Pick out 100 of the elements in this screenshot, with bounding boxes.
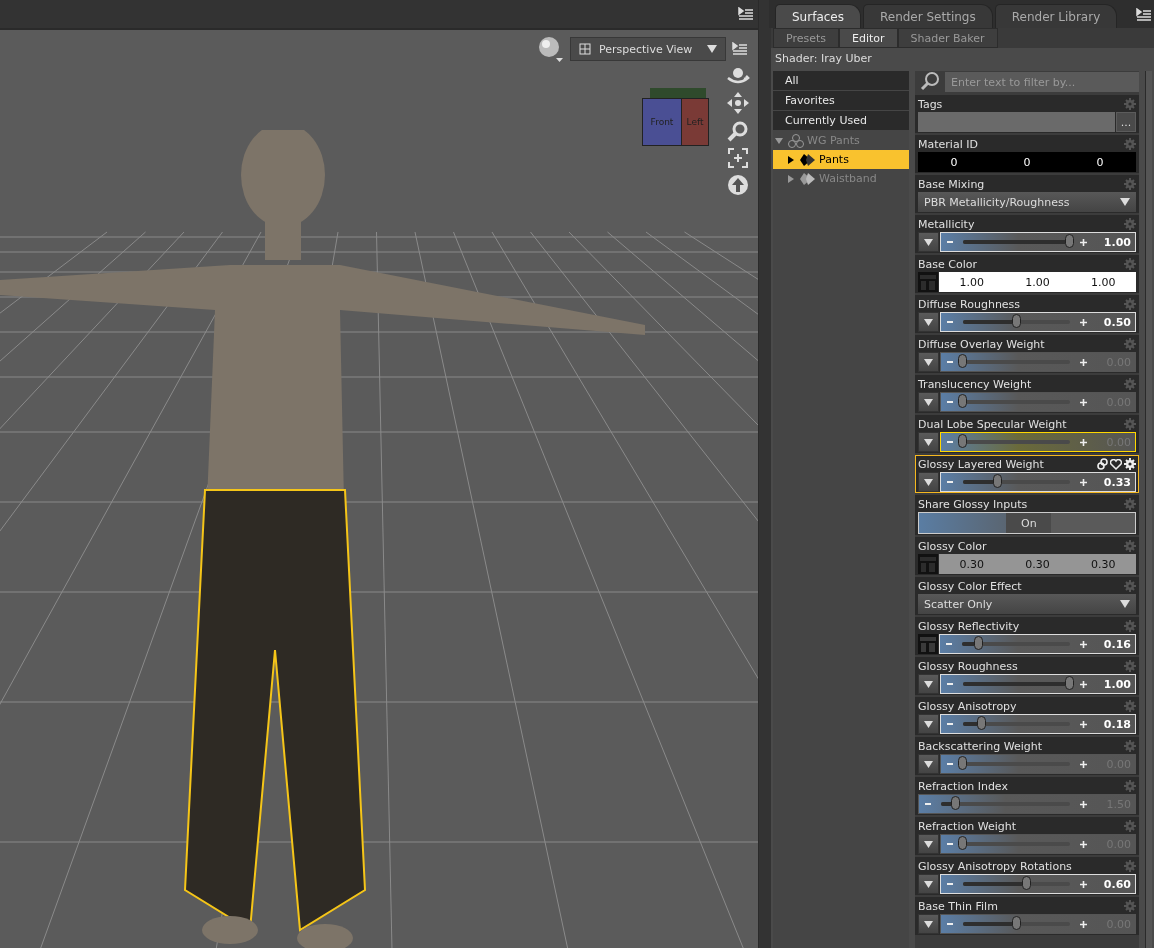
slider-thumb[interactable]	[1011, 314, 1021, 328]
search-icon[interactable]	[919, 71, 941, 93]
toggle-switch[interactable]: On	[918, 512, 1136, 534]
slider-menu-button[interactable]	[918, 312, 939, 332]
color-field[interactable]: 1.00 1.00 1.00	[939, 272, 1136, 292]
dropdown[interactable]: PBR Metallicity/Roughness	[918, 192, 1136, 212]
tree-item[interactable]: Pants	[773, 150, 909, 169]
plus-icon[interactable]	[1080, 238, 1087, 246]
frame-icon[interactable]	[728, 148, 748, 168]
move-icon[interactable]	[727, 92, 749, 114]
scrollbar[interactable]	[1145, 71, 1152, 948]
property-row[interactable]: Glossy Color Effect Scatter Only	[915, 577, 1139, 615]
panel-tab[interactable]: Surfaces	[775, 4, 861, 28]
slider-menu-button[interactable]	[918, 432, 939, 452]
slider-menu-button[interactable]	[918, 472, 939, 492]
plus-icon[interactable]	[1080, 358, 1087, 366]
property-row[interactable]: Share Glossy Inputs On	[915, 495, 1139, 535]
plus-icon[interactable]	[1080, 760, 1087, 768]
property-row[interactable]: Glossy Layered Weight 0.33	[915, 455, 1139, 493]
sub-tab[interactable]: Editor	[839, 28, 898, 48]
dropdown[interactable]: Scatter Only	[918, 594, 1136, 614]
slider-field[interactable]: 0.60	[940, 874, 1136, 894]
plus-icon[interactable]	[1080, 478, 1087, 486]
slider-menu-button[interactable]	[918, 874, 939, 894]
slider-thumb[interactable]	[993, 474, 1003, 488]
slider-thumb[interactable]	[1011, 916, 1021, 930]
plus-icon[interactable]	[1080, 800, 1087, 808]
slider-menu-button[interactable]	[918, 232, 939, 252]
plus-icon[interactable]	[1080, 438, 1087, 446]
slider-thumb[interactable]	[958, 354, 967, 368]
slider-field[interactable]: 0.16	[939, 634, 1136, 654]
orbit-icon[interactable]	[726, 66, 750, 86]
browse-button[interactable]: ...	[1116, 112, 1136, 132]
view-dropdown[interactable]: Perspective View	[570, 37, 726, 61]
slider-thumb[interactable]	[958, 394, 967, 408]
panel-menu-icon[interactable]	[1136, 8, 1152, 22]
view-menu-icon[interactable]	[732, 42, 748, 56]
property-row[interactable]: Glossy Roughness 1.00	[915, 657, 1139, 695]
slider-thumb[interactable]	[974, 636, 984, 650]
slider-menu-button[interactable]	[918, 754, 939, 774]
plus-icon[interactable]	[1080, 398, 1087, 406]
sphere-icon[interactable]	[538, 36, 564, 62]
tags-field[interactable]	[918, 112, 1115, 132]
plus-icon[interactable]	[1080, 880, 1087, 888]
property-row[interactable]: Glossy Color 0.30 0.30 0.30	[915, 537, 1139, 575]
filter-field[interactable]: Enter text to filter by...	[945, 72, 1139, 92]
link-icon[interactable]	[1097, 458, 1108, 470]
plus-icon[interactable]	[1080, 680, 1087, 688]
property-row[interactable]: Glossy Anisotropy Rotations 0.60	[915, 857, 1139, 895]
property-row[interactable]: Glossy Anisotropy 0.18	[915, 697, 1139, 735]
texture-map-thumbnail[interactable]	[918, 272, 938, 292]
sub-tab[interactable]: Shader Baker	[897, 28, 998, 48]
texture-map-thumbnail[interactable]	[918, 634, 938, 654]
slider-field[interactable]: 1.00	[940, 674, 1136, 694]
plus-icon[interactable]	[1080, 318, 1087, 326]
property-row[interactable]: Tags ...	[915, 95, 1139, 133]
slider-thumb[interactable]	[977, 716, 987, 730]
slider-thumb[interactable]	[951, 796, 961, 810]
collapsed-arrow-icon[interactable]	[787, 155, 795, 164]
slider-thumb[interactable]	[958, 836, 967, 850]
plus-icon[interactable]	[1080, 720, 1087, 728]
material-icon	[799, 152, 817, 167]
material-id-field[interactable]: 0 0 0	[918, 152, 1136, 172]
slider-thumb[interactable]	[1065, 234, 1074, 248]
panel-tab[interactable]: Render Library	[994, 4, 1118, 28]
filter-item[interactable]: All	[773, 71, 909, 90]
property-row[interactable]: Diffuse Roughness 0.50	[915, 295, 1139, 333]
slider-field[interactable]: 0.18	[940, 714, 1136, 734]
slider-thumb[interactable]	[958, 434, 967, 448]
plus-icon[interactable]	[1080, 640, 1087, 648]
caret-icon	[924, 840, 933, 848]
slider-field[interactable]: 1.00	[940, 232, 1136, 252]
property-row[interactable]: Base Color 1.00 1.00 1.00	[915, 255, 1139, 293]
plus-icon[interactable]	[1080, 840, 1087, 848]
slider-menu-button[interactable]	[918, 714, 939, 734]
texture-map-thumbnail[interactable]	[918, 554, 938, 574]
slider-thumb[interactable]	[958, 756, 967, 770]
slider-menu-button[interactable]	[918, 352, 939, 372]
slider-thumb[interactable]	[1022, 876, 1032, 890]
color-field[interactable]: 0.30 0.30 0.30	[939, 554, 1136, 574]
panel-tab[interactable]: Render Settings	[862, 4, 993, 28]
filter-item[interactable]: Favorites	[773, 91, 909, 110]
expanded-arrow-icon[interactable]	[775, 136, 783, 145]
panel-menu-icon[interactable]	[738, 7, 754, 21]
slider-menu-button[interactable]	[918, 392, 939, 412]
slider-field[interactable]: 0.33	[940, 472, 1136, 492]
property-row[interactable]: Base Mixing PBR Metallicity/Roughness	[915, 175, 1139, 213]
plus-icon[interactable]	[1080, 920, 1087, 928]
property-row[interactable]: Material ID 0 0 0	[915, 135, 1139, 173]
property-row[interactable]: Glossy Reflectivity 0.16	[915, 617, 1139, 655]
slider-menu-button[interactable]	[918, 674, 939, 694]
slider-menu-button[interactable]	[918, 834, 939, 854]
slider-menu-button[interactable]	[918, 914, 939, 934]
sub-tab[interactable]: Presets	[773, 28, 840, 48]
heart-icon[interactable]	[1110, 458, 1122, 470]
slider-field[interactable]: 0.50	[940, 312, 1136, 332]
property-row[interactable]: Metallicity 1.00	[915, 215, 1139, 253]
slider-thumb[interactable]	[1065, 676, 1074, 690]
filter-item[interactable]: Currently Used	[773, 111, 909, 130]
zoom-icon[interactable]	[727, 120, 749, 142]
